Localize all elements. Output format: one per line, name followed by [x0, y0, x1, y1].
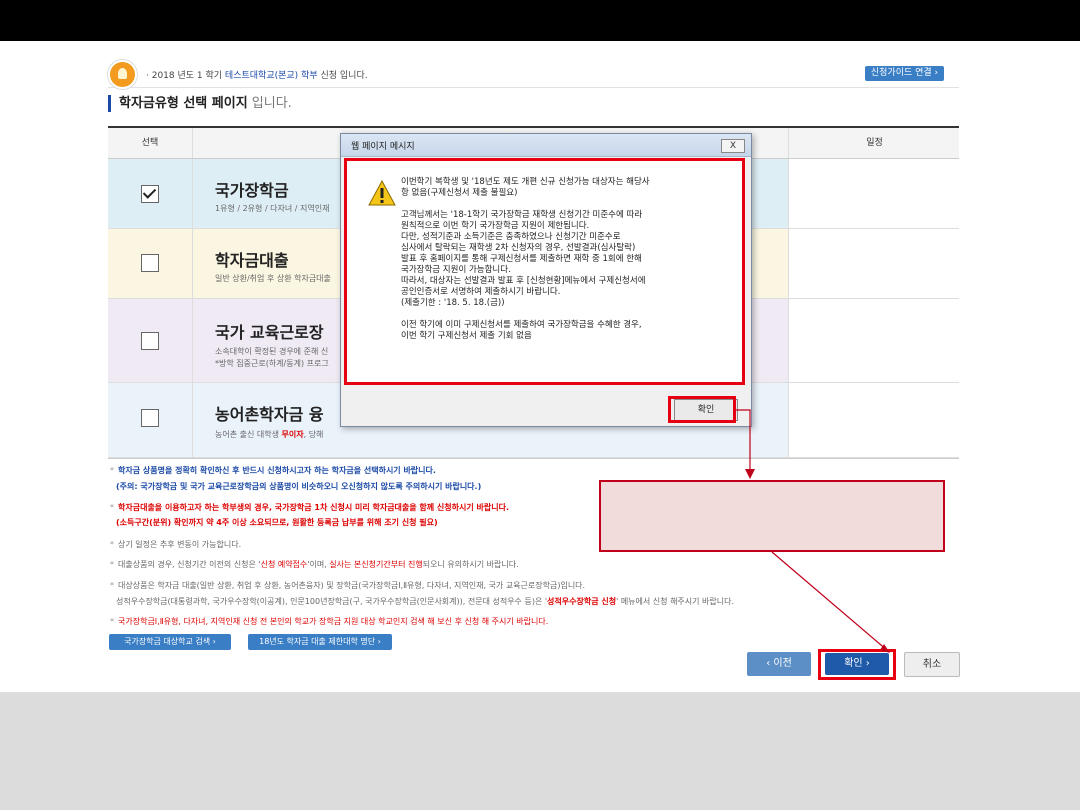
checkbox-student-loan[interactable] — [141, 254, 159, 272]
note-4-b: 신청 예약접수 — [260, 560, 308, 569]
semester-notice: · 2018 년도 1 학기 테스트대학교(본교) 학부 신청 입니다. 신청가… — [108, 60, 959, 89]
header-select: 선택 — [108, 128, 193, 158]
row-desc: 농어촌 출신 대학생 무이자, 당해 — [215, 429, 323, 440]
notice-prefix: · 2018 년도 1 학기 — [146, 71, 225, 81]
row-desc: 소속대학이 확정된 경우에 준해 신 — [215, 347, 329, 356]
annotation-callout — [599, 480, 945, 552]
cancel-button[interactable]: 취소 — [904, 652, 960, 677]
checkbox-work-study[interactable] — [141, 332, 159, 350]
page-title-rest: 입니다. — [247, 96, 292, 111]
note-2-line-a: 학자금대출을 이용하고자 하는 학부생의 경우, 국가장학금 1차 신청시 미리… — [118, 503, 509, 512]
page-title: 학자금유형 선택 페이지 입니다. — [108, 95, 292, 112]
checkbox-national-scholarship[interactable] — [141, 185, 159, 203]
select-cell — [108, 229, 193, 298]
note-5-c: 성적우수장학금 신청 — [547, 597, 617, 606]
page-title-bold: 학자금유형 선택 페이지 — [119, 96, 248, 111]
note-5-d: ' 메뉴에서 신청 해주시기 바랍니다. — [616, 597, 735, 606]
note-4-d: 실사는 본신청기간부터 진행 — [329, 560, 423, 569]
note-3: * 상기 일정은 추후 변동이 가능합니다. — [110, 540, 242, 549]
note-1-line-b: (주의: 국가장학금 및 국가 교육근로장학금의 상품명이 비슷하오니 오신청하… — [116, 482, 482, 491]
select-cell — [108, 299, 193, 382]
schedule-cell — [788, 299, 960, 382]
note-5-a: 대상상품은 학자금 대출(일반 상환, 취업 후 상환, 농어촌융자) 및 장학… — [118, 581, 586, 590]
dialog-ok-highlight — [668, 396, 736, 423]
row-name: 농어촌학자금 융 — [215, 405, 324, 424]
note-5-b: 성적우수장학금(대통령과학, 국가우수장학(이공계), 인문100년장학금(구,… — [116, 597, 548, 606]
row-desc-pre: 농어촌 출신 대학생 — [215, 430, 282, 439]
note-2-line-b: (소득구간(분위) 확인까지 약 4주 이상 소요되므로, 원활한 등록금 납부… — [116, 518, 438, 527]
note-1-line-a: 학자금 상품명을 정확히 확인하신 후 반드시 신청하시고자 하는 학자금을 선… — [118, 466, 436, 475]
note-5: * 대상상품은 학자금 대출(일반 상환, 취업 후 상환, 농어촌융자) 및 장… — [110, 581, 586, 590]
note-6-text: 국가장학금Ⅰ,Ⅱ유형, 다자녀, 지역인재 신청 전 본인의 학교가 장학금 지… — [118, 617, 549, 626]
header-schedule: 일정 — [788, 128, 960, 158]
note-5b: 성적우수장학금(대통령과학, 국가우수장학(이공계), 인문100년장학금(구,… — [116, 596, 734, 607]
row-desc: 1유형 / 2유형 / 다자녀 / 지역인재 — [215, 204, 330, 213]
note-2b: (소득구간(분위) 확인까지 약 4주 이상 소요되므로, 원활한 등록금 납부… — [116, 517, 438, 528]
select-cell — [108, 159, 193, 228]
top-black-bar — [0, 0, 1080, 41]
note-2: * 학자금대출을 이용하고자 하는 학부생의 경우, 국가장학금 1차 신청시 미… — [110, 503, 509, 512]
dialog-titlebar: 웹 페이지 메시지 X — [341, 134, 751, 157]
row-desc-post: , 당해 — [303, 430, 324, 439]
notice-school: 테스트대학교(본교) 학부 — [224, 71, 318, 81]
note-4-a: 대출상품의 경우, 신청기간 이전의 신청은 ' — [118, 560, 261, 569]
note-1b: (주의: 국가장학금 및 국가 교육근로장학금의 상품명이 비슷하오니 오신청하… — [116, 481, 481, 492]
row-desc-2: *방학 집중근로(하계/동계) 프로그 — [215, 359, 329, 368]
dialog-message-highlight — [344, 158, 745, 385]
confirm-button-highlight — [818, 649, 896, 680]
notice-suffix: 신청 입니다. — [317, 71, 368, 81]
note-4-e: 되오니 유의하시기 바랍니다. — [422, 560, 519, 569]
checkbox-rural-loan[interactable] — [141, 409, 159, 427]
note-4: * 대출상품의 경우, 신청기간 이전의 신청은 '신청 예약접수'이며, 실사는… — [110, 560, 519, 569]
dialog-close-button[interactable]: X — [721, 139, 745, 153]
application-guide-button[interactable]: 신청가이드 연결 › — [865, 66, 944, 81]
row-name: 국가 교육근로장 — [215, 323, 324, 342]
schedule-cell — [788, 229, 960, 298]
notice-text: · 2018 년도 1 학기 테스트대학교(본교) 학부 신청 입니다. — [146, 68, 368, 81]
prev-button[interactable]: ‹ 이전 — [747, 652, 811, 676]
row-name: 학자금대출 — [215, 251, 289, 270]
bottom-gray-area — [0, 692, 1080, 810]
search-eligible-school-button[interactable]: 국가장학금 대상학교 검색 › — [109, 634, 231, 650]
schedule-cell — [788, 383, 960, 457]
select-cell — [108, 383, 193, 457]
lightbulb-icon — [108, 60, 137, 89]
note-4-c: '이며, — [307, 560, 330, 569]
note-6: * 국가장학금Ⅰ,Ⅱ유형, 다자녀, 지역인재 신청 전 본인의 학교가 장학금 … — [110, 617, 549, 626]
schedule-cell — [788, 159, 960, 228]
row-desc-highlight: 무이자 — [281, 430, 304, 439]
row-name: 국가장학금 — [215, 181, 289, 200]
restricted-universities-button[interactable]: 18년도 학자금 대출 제한대학 명단 › — [248, 634, 392, 650]
dialog-title: 웹 페이지 메시지 — [351, 142, 415, 152]
row-desc: 일반 상환/취업 후 상환 학자금대출 — [215, 274, 331, 283]
note-1: * 학자금 상품명을 정확히 확인하신 후 반드시 신청하시고자 하는 학자금을 … — [110, 466, 436, 475]
note-3-text: 상기 일정은 추후 변동이 가능합니다. — [118, 540, 242, 549]
